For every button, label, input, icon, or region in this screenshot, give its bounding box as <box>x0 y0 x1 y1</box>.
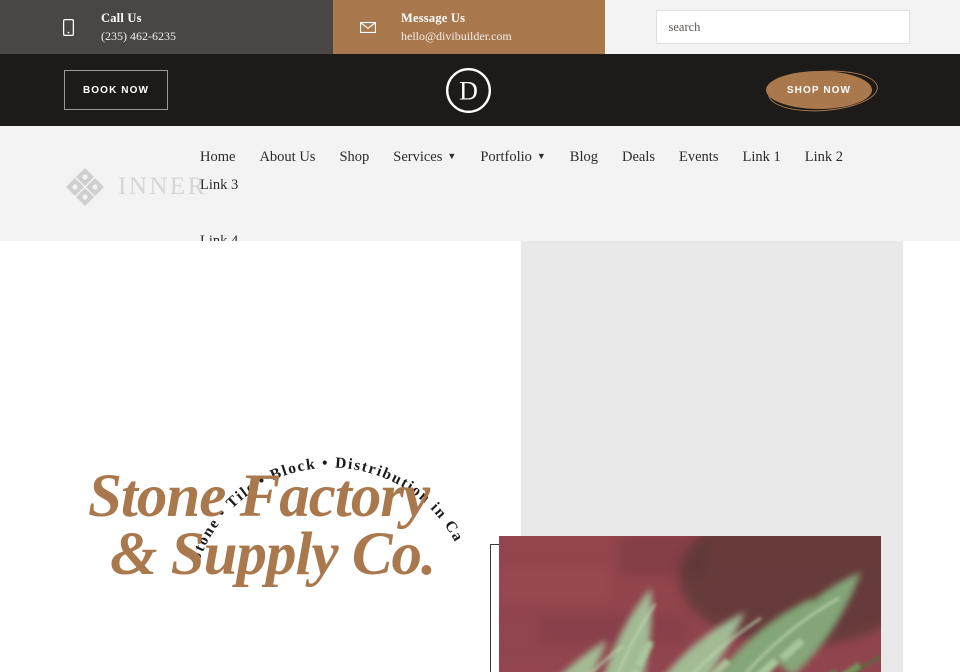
message-us-title: Message Us <box>401 10 466 25</box>
nav-item-services[interactable]: Services ▼ <box>393 143 456 171</box>
nav-label: Events <box>679 148 719 165</box>
nav-label: Home <box>200 148 236 165</box>
nav-item-link-3[interactable]: Link 3 <box>200 171 238 199</box>
book-now-button[interactable]: BOOK NOW <box>64 70 168 110</box>
hero-title-line-2: & Supply Co. <box>110 520 436 588</box>
hero-title: Stone Factory & Supply Co. <box>88 466 508 588</box>
hero-text-block: Stone • Tile • Block • Distribution in C… <box>0 241 521 672</box>
nav-links: Home About Us Shop Services ▼ Portfolio ▼ … <box>200 126 900 249</box>
chevron-down-icon: ▼ <box>536 151 546 161</box>
nav-label: Deals <box>622 148 656 165</box>
top-utility-bar: Call Us (235) 462-6235 Message Us hello@… <box>0 0 960 54</box>
nav-item-link-2[interactable]: Link 2 <box>805 143 843 171</box>
hero-photo <box>499 536 881 672</box>
hero-section: Stone • Tile • Block • Distribution in C… <box>0 241 960 672</box>
envelope-icon <box>355 21 381 33</box>
nav-item-portfolio[interactable]: Portfolio ▼ <box>480 143 545 171</box>
message-us-email[interactable]: hello@divibuilder.com <box>401 29 512 43</box>
nav-item-shop[interactable]: Shop <box>339 143 369 171</box>
message-us-block[interactable]: Message Us hello@divibuilder.com <box>333 0 605 54</box>
chevron-down-icon: ▼ <box>447 151 457 161</box>
four-diamond-icon <box>64 166 106 208</box>
call-us-block[interactable]: Call Us (235) 462-6235 <box>0 0 333 54</box>
nav-label: Link 3 <box>200 176 239 193</box>
search-area <box>605 0 960 54</box>
hero-title-line-1: Stone Factory <box>88 463 430 530</box>
nav-label: Services <box>393 148 443 165</box>
nav-label: Blog <box>569 148 598 165</box>
dark-logo-bar: BOOK NOW D SHOP NOW <box>0 54 960 126</box>
nav-item-blog[interactable]: Blog <box>570 143 598 171</box>
nav-item-deals[interactable]: Deals <box>622 143 655 171</box>
nav-item-link-1[interactable]: Link 1 <box>742 143 780 171</box>
mobile-phone-icon <box>55 18 81 36</box>
nav-row-break <box>200 199 900 227</box>
call-us-number[interactable]: (235) 462-6235 <box>101 29 176 43</box>
nav-label: About Us <box>259 148 316 165</box>
nav-item-about-us[interactable]: About Us <box>259 143 315 171</box>
svg-text:D: D <box>459 77 478 106</box>
site-logo[interactable]: INNER <box>64 166 207 208</box>
nav-label: Link 1 <box>742 148 781 165</box>
search-input[interactable] <box>655 10 910 44</box>
nav-label: Link 2 <box>804 148 844 165</box>
nav-label: Portfolio <box>480 148 532 165</box>
nav-label: Shop <box>339 148 370 165</box>
brand-name: INNER <box>118 173 207 200</box>
divi-logo[interactable]: D <box>445 67 492 114</box>
shop-now-group: SHOP NOW <box>766 67 880 115</box>
green-fern-plants-beside-concrete-path-icon <box>499 536 881 672</box>
nav-item-events[interactable]: Events <box>679 143 718 171</box>
main-navigation-bar: INNER Home About Us Shop Services ▼ Portf… <box>0 126 960 249</box>
nav-item-home[interactable]: Home <box>200 143 235 171</box>
call-us-title: Call Us <box>101 10 142 25</box>
shop-now-button[interactable]: SHOP NOW <box>766 71 872 109</box>
